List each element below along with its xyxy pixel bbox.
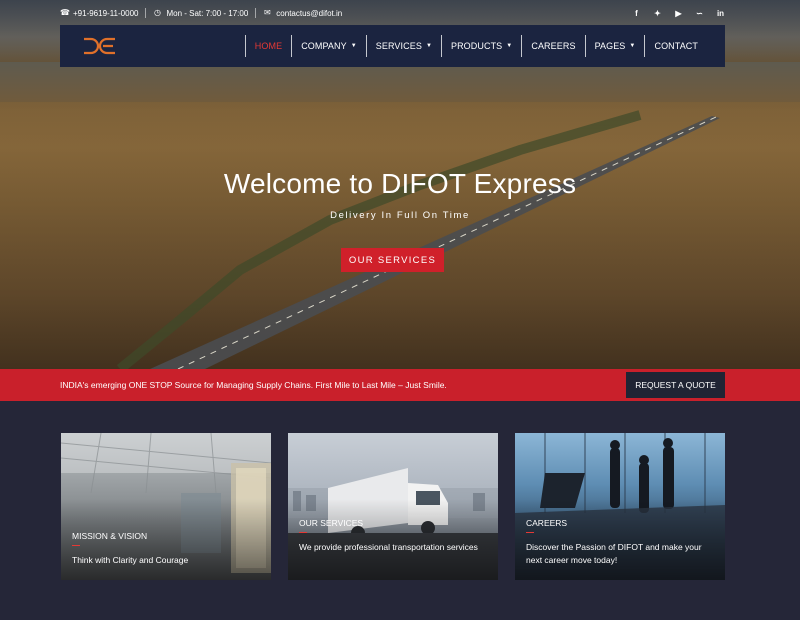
nav-item-label: PRODUCTS <box>450 41 503 51</box>
chevron-down-icon: ▼ <box>629 43 636 49</box>
youtube-icon[interactable]: ▶ <box>674 9 683 18</box>
card-our-services[interactable]: OUR SERVICES We provide professional tra… <box>288 433 498 580</box>
nav-item-services[interactable]: SERVICES ▼ <box>365 35 441 57</box>
request-quote-button[interactable]: REQUEST A QUOTE <box>626 372 725 398</box>
twitter-icon[interactable]: ✦ <box>653 9 662 18</box>
nav-menu: HOME COMPANY ▼ SERVICES ▼ PRODUCTS ▼ CAREERS PAG… <box>244 35 707 57</box>
difot-logo[interactable] <box>82 36 118 56</box>
card-title: OUR SERVICES <box>299 518 364 528</box>
nav-item-label: SERVICES <box>375 41 422 51</box>
card-overlay <box>288 433 498 580</box>
clock-icon: ◷ <box>153 8 161 17</box>
nav-item-contact[interactable]: CONTACT <box>644 35 707 57</box>
chevron-down-icon: ▼ <box>506 43 513 49</box>
card-title-underline <box>299 532 307 533</box>
card-title: CAREERS <box>526 518 568 528</box>
top-info-bar: ☎ +91-9619-11-0000 ◷ Mon - Sat: 7:00 - 1… <box>60 6 725 20</box>
chevron-down-icon: ▼ <box>425 43 432 49</box>
hours-info: ◷ Mon - Sat: 7:00 - 17:00 <box>153 9 248 18</box>
chevron-down-icon: ▼ <box>350 43 357 49</box>
divider <box>145 8 147 18</box>
card-description: Think with Clarity and Courage <box>72 555 189 565</box>
facebook-icon[interactable]: f <box>632 9 641 18</box>
card-description: We provide professional transportation s… <box>299 542 478 552</box>
tagline-text: INDIA's emerging ONE STOP Source for Man… <box>60 380 447 390</box>
card-careers[interactable]: CAREERS Discover the Passion of DIFOT an… <box>515 433 725 580</box>
hero-subtitle: Delivery In Full On Time <box>330 210 470 221</box>
nav-item-home[interactable]: HOME <box>244 35 291 57</box>
phone-number: +91-9619-11-0000 <box>73 8 139 18</box>
nav-item-products[interactable]: PRODUCTS ▼ <box>440 35 521 57</box>
nav-item-label: COMPANY <box>301 41 347 51</box>
phone-icon: ☎ <box>60 8 70 17</box>
hero-title: Welcome to DIFOT Express <box>223 168 577 199</box>
rss-icon[interactable]: ∽ <box>695 9 704 18</box>
nav-item-label: PAGES <box>594 41 626 51</box>
our-services-button[interactable]: OUR SERVICES <box>341 248 444 272</box>
phone-info[interactable]: ☎ +91-9619-11-0000 <box>60 9 138 18</box>
working-hours: Mon - Sat: 7:00 - 17:00 <box>166 8 249 18</box>
nav-item-pages[interactable]: PAGES ▼ <box>584 35 645 57</box>
main-navbar: HOME COMPANY ▼ SERVICES ▼ PRODUCTS ▼ CAREERS PAG… <box>60 25 725 67</box>
card-title: MISSION & VISION <box>72 531 148 541</box>
email-address: contactus@difot.in <box>276 8 343 18</box>
social-links: f ✦ ▶ ∽ in <box>632 9 725 18</box>
nav-item-label: HOME <box>254 41 283 51</box>
envelope-icon: ✉ <box>263 8 271 17</box>
linkedin-icon[interactable]: in <box>716 9 725 18</box>
nav-item-company[interactable]: COMPANY ▼ <box>291 35 366 57</box>
email-info[interactable]: ✉ contactus@difot.in <box>263 9 342 18</box>
nav-item-careers[interactable]: CAREERS <box>521 35 584 57</box>
tagline-strip: INDIA's emerging ONE STOP Source for Man… <box>0 369 800 401</box>
card-description: Discover the Passion of DIFOT and make y… <box>526 542 702 565</box>
divider <box>255 8 257 18</box>
card-title-underline <box>72 545 80 546</box>
nav-item-label: CAREERS <box>531 41 576 51</box>
nav-item-label: CONTACT <box>654 41 698 51</box>
card-title-underline <box>526 532 534 533</box>
card-mission-vision[interactable]: MISSION & VISION Think with Clarity and … <box>61 433 271 580</box>
